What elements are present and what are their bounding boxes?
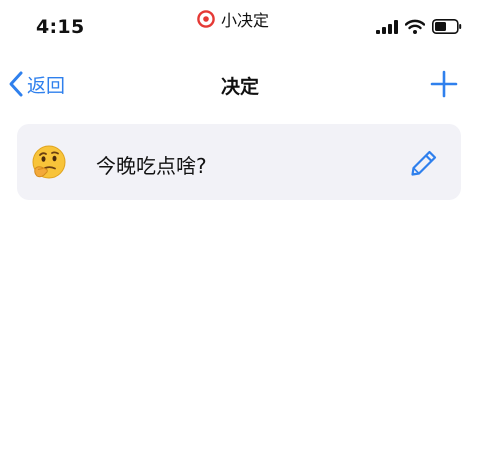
decision-list-screen: 4:15 小决定 返回 决定 今晚吃点啥? xyxy=(0,0,480,454)
app-indicator[interactable]: 小决定 xyxy=(197,7,269,31)
page-title: 决定 xyxy=(220,76,259,98)
add-decision-button[interactable] xyxy=(430,70,458,98)
navigation-bar: 返回 决定 xyxy=(0,60,480,108)
status-time: 4:15 xyxy=(36,16,85,38)
plus-icon xyxy=(430,70,458,98)
edit-decision-button[interactable] xyxy=(409,148,439,178)
cellular-signal-icon xyxy=(376,19,398,34)
status-icons xyxy=(376,19,462,34)
pencil-icon xyxy=(411,150,437,176)
app-indicator-label: 小决定 xyxy=(221,11,270,30)
decision-card[interactable]: 今晚吃点啥? xyxy=(17,124,461,200)
record-indicator-icon xyxy=(197,10,215,28)
decision-title: 今晚吃点啥? xyxy=(96,154,207,178)
battery-icon xyxy=(432,19,462,34)
thinking-face-icon xyxy=(31,145,67,181)
wifi-icon xyxy=(405,19,425,34)
status-bar: 4:15 小决定 xyxy=(0,0,480,50)
